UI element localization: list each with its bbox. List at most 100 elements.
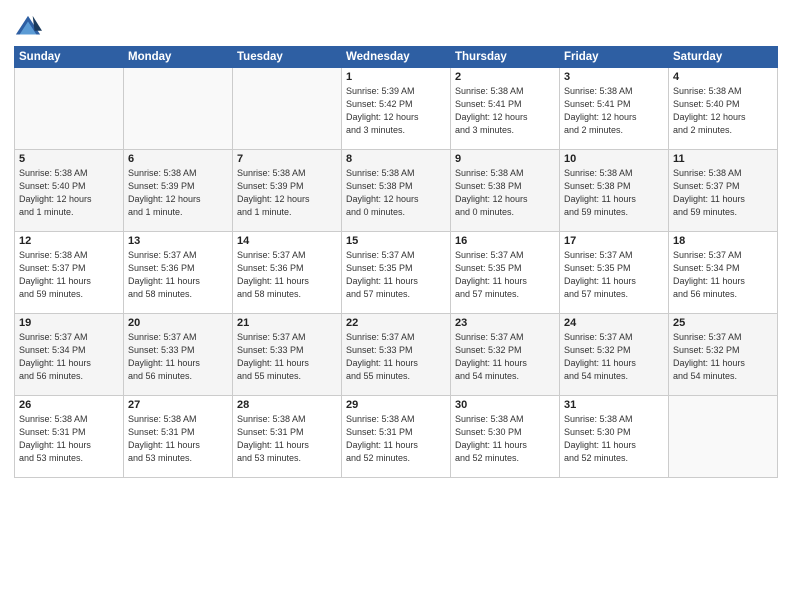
day-info: Sunrise: 5:37 AMSunset: 5:36 PMDaylight:… [237,249,337,301]
day-info: Sunrise: 5:38 AMSunset: 5:41 PMDaylight:… [455,85,555,137]
day-info: Sunrise: 5:38 AMSunset: 5:31 PMDaylight:… [346,413,446,465]
day-number: 16 [455,235,555,247]
day-info: Sunrise: 5:37 AMSunset: 5:35 PMDaylight:… [564,249,664,301]
day-cell: 12 Sunrise: 5:38 AMSunset: 5:37 PMDayligh… [15,232,124,314]
logo-icon [14,14,42,42]
col-header-saturday: Saturday [669,47,778,68]
day-cell: 26Sunrise: 5:38 AMSunset: 5:31 PMDayligh… [15,396,124,478]
day-number: 23 [455,317,555,329]
day-cell: 18 Sunrise: 5:37 AMSunset: 5:34 PMDayligh… [669,232,778,314]
day-number: 20 [128,317,228,329]
day-number: 21 [237,317,337,329]
day-info: Sunrise: 5:38 AMSunset: 5:41 PMDaylight:… [564,85,664,137]
day-info: Sunrise: 5:38 AMSunset: 5:39 PMDaylight:… [237,167,337,219]
col-header-thursday: Thursday [451,47,560,68]
day-number: 11 [673,153,773,165]
day-number: 6 [128,153,228,165]
day-info: Sunrise: 5:37 AMSunset: 5:32 PMDaylight:… [673,331,773,383]
day-cell: 22 Sunrise: 5:37 AMSunset: 5:33 PMDayligh… [342,314,451,396]
day-number: 4 [673,71,773,83]
day-number: 13 [128,235,228,247]
day-number: 31 [564,399,664,411]
week-row-2: 5 Sunrise: 5:38 AMSunset: 5:40 PMDaylight… [15,150,778,232]
day-info: Sunrise: 5:37 AMSunset: 5:33 PMDaylight:… [346,331,446,383]
day-cell: 2Sunrise: 5:38 AMSunset: 5:41 PMDaylight… [451,68,560,150]
day-info: Sunrise: 5:38 AMSunset: 5:31 PMDaylight:… [237,413,337,465]
day-cell: 16 Sunrise: 5:37 AMSunset: 5:35 PMDayligh… [451,232,560,314]
col-header-wednesday: Wednesday [342,47,451,68]
day-cell [15,68,124,150]
week-row-3: 12 Sunrise: 5:38 AMSunset: 5:37 PMDayligh… [15,232,778,314]
col-header-sunday: Sunday [15,47,124,68]
week-row-4: 19 Sunrise: 5:37 AMSunset: 5:34 PMDayligh… [15,314,778,396]
day-info: Sunrise: 5:38 AMSunset: 5:40 PMDaylight:… [19,167,119,219]
day-cell: 24 Sunrise: 5:37 AMSunset: 5:32 PMDayligh… [560,314,669,396]
day-info: Sunrise: 5:38 AMSunset: 5:38 PMDaylight:… [455,167,555,219]
day-cell: 21 Sunrise: 5:37 AMSunset: 5:33 PMDayligh… [233,314,342,396]
day-info: Sunrise: 5:37 AMSunset: 5:32 PMDaylight:… [455,331,555,383]
day-info: Sunrise: 5:37 AMSunset: 5:34 PMDaylight:… [19,331,119,383]
day-cell: 8 Sunrise: 5:38 AMSunset: 5:38 PMDaylight… [342,150,451,232]
day-number: 14 [237,235,337,247]
day-cell: 11 Sunrise: 5:38 AMSunset: 5:37 PMDayligh… [669,150,778,232]
day-info: Sunrise: 5:39 AMSunset: 5:42 PMDaylight:… [346,85,446,137]
day-info: Sunrise: 5:37 AMSunset: 5:36 PMDaylight:… [128,249,228,301]
day-cell: 10 Sunrise: 5:38 AMSunset: 5:38 PMDayligh… [560,150,669,232]
day-info: Sunrise: 5:38 AMSunset: 5:38 PMDaylight:… [564,167,664,219]
header-row: SundayMondayTuesdayWednesdayThursdayFrid… [15,47,778,68]
day-number: 19 [19,317,119,329]
day-number: 27 [128,399,228,411]
day-cell: 19 Sunrise: 5:37 AMSunset: 5:34 PMDayligh… [15,314,124,396]
day-cell: 30 Sunrise: 5:38 AMSunset: 5:30 PMDayligh… [451,396,560,478]
day-number: 17 [564,235,664,247]
day-info: Sunrise: 5:37 AMSunset: 5:34 PMDaylight:… [673,249,773,301]
day-number: 1 [346,71,446,83]
day-number: 3 [564,71,664,83]
day-number: 18 [673,235,773,247]
day-cell: 20 Sunrise: 5:37 AMSunset: 5:33 PMDayligh… [124,314,233,396]
day-info: Sunrise: 5:37 AMSunset: 5:35 PMDaylight:… [346,249,446,301]
day-info: Sunrise: 5:38 AMSunset: 5:38 PMDaylight:… [346,167,446,219]
day-number: 22 [346,317,446,329]
day-info: Sunrise: 5:38 AMSunset: 5:30 PMDaylight:… [455,413,555,465]
day-cell: 15 Sunrise: 5:37 AMSunset: 5:35 PMDayligh… [342,232,451,314]
calendar-table: SundayMondayTuesdayWednesdayThursdayFrid… [14,46,778,478]
day-cell [669,396,778,478]
logo [14,14,44,42]
page-container: SundayMondayTuesdayWednesdayThursdayFrid… [0,0,792,486]
day-number: 29 [346,399,446,411]
day-info: Sunrise: 5:38 AMSunset: 5:37 PMDaylight:… [19,249,119,301]
day-cell: 9 Sunrise: 5:38 AMSunset: 5:38 PMDaylight… [451,150,560,232]
day-info: Sunrise: 5:38 AMSunset: 5:30 PMDaylight:… [564,413,664,465]
day-cell: 7Sunrise: 5:38 AMSunset: 5:39 PMDaylight… [233,150,342,232]
day-cell: 27Sunrise: 5:38 AMSunset: 5:31 PMDayligh… [124,396,233,478]
day-number: 9 [455,153,555,165]
day-info: Sunrise: 5:37 AMSunset: 5:35 PMDaylight:… [455,249,555,301]
week-row-1: 1 Sunrise: 5:39 AMSunset: 5:42 PMDaylight… [15,68,778,150]
header [14,10,778,42]
day-cell [233,68,342,150]
day-number: 30 [455,399,555,411]
day-info: Sunrise: 5:38 AMSunset: 5:37 PMDaylight:… [673,167,773,219]
day-info: Sunrise: 5:37 AMSunset: 5:33 PMDaylight:… [237,331,337,383]
day-number: 8 [346,153,446,165]
day-cell: 5 Sunrise: 5:38 AMSunset: 5:40 PMDaylight… [15,150,124,232]
day-number: 10 [564,153,664,165]
day-cell: 14 Sunrise: 5:37 AMSunset: 5:36 PMDayligh… [233,232,342,314]
day-number: 15 [346,235,446,247]
day-cell: 3 Sunrise: 5:38 AMSunset: 5:41 PMDaylight… [560,68,669,150]
day-cell: 4 Sunrise: 5:38 AMSunset: 5:40 PMDaylight… [669,68,778,150]
day-cell: 1 Sunrise: 5:39 AMSunset: 5:42 PMDaylight… [342,68,451,150]
day-info: Sunrise: 5:37 AMSunset: 5:32 PMDaylight:… [564,331,664,383]
day-number: 24 [564,317,664,329]
day-info: Sunrise: 5:38 AMSunset: 5:40 PMDaylight:… [673,85,773,137]
col-header-tuesday: Tuesday [233,47,342,68]
col-header-friday: Friday [560,47,669,68]
day-number: 5 [19,153,119,165]
day-number: 12 [19,235,119,247]
day-info: Sunrise: 5:38 AMSunset: 5:31 PMDaylight:… [19,413,119,465]
day-cell: 25Sunrise: 5:37 AMSunset: 5:32 PMDayligh… [669,314,778,396]
day-info: Sunrise: 5:37 AMSunset: 5:33 PMDaylight:… [128,331,228,383]
day-cell: 6Sunrise: 5:38 AMSunset: 5:39 PMDaylight… [124,150,233,232]
day-cell: 28Sunrise: 5:38 AMSunset: 5:31 PMDayligh… [233,396,342,478]
